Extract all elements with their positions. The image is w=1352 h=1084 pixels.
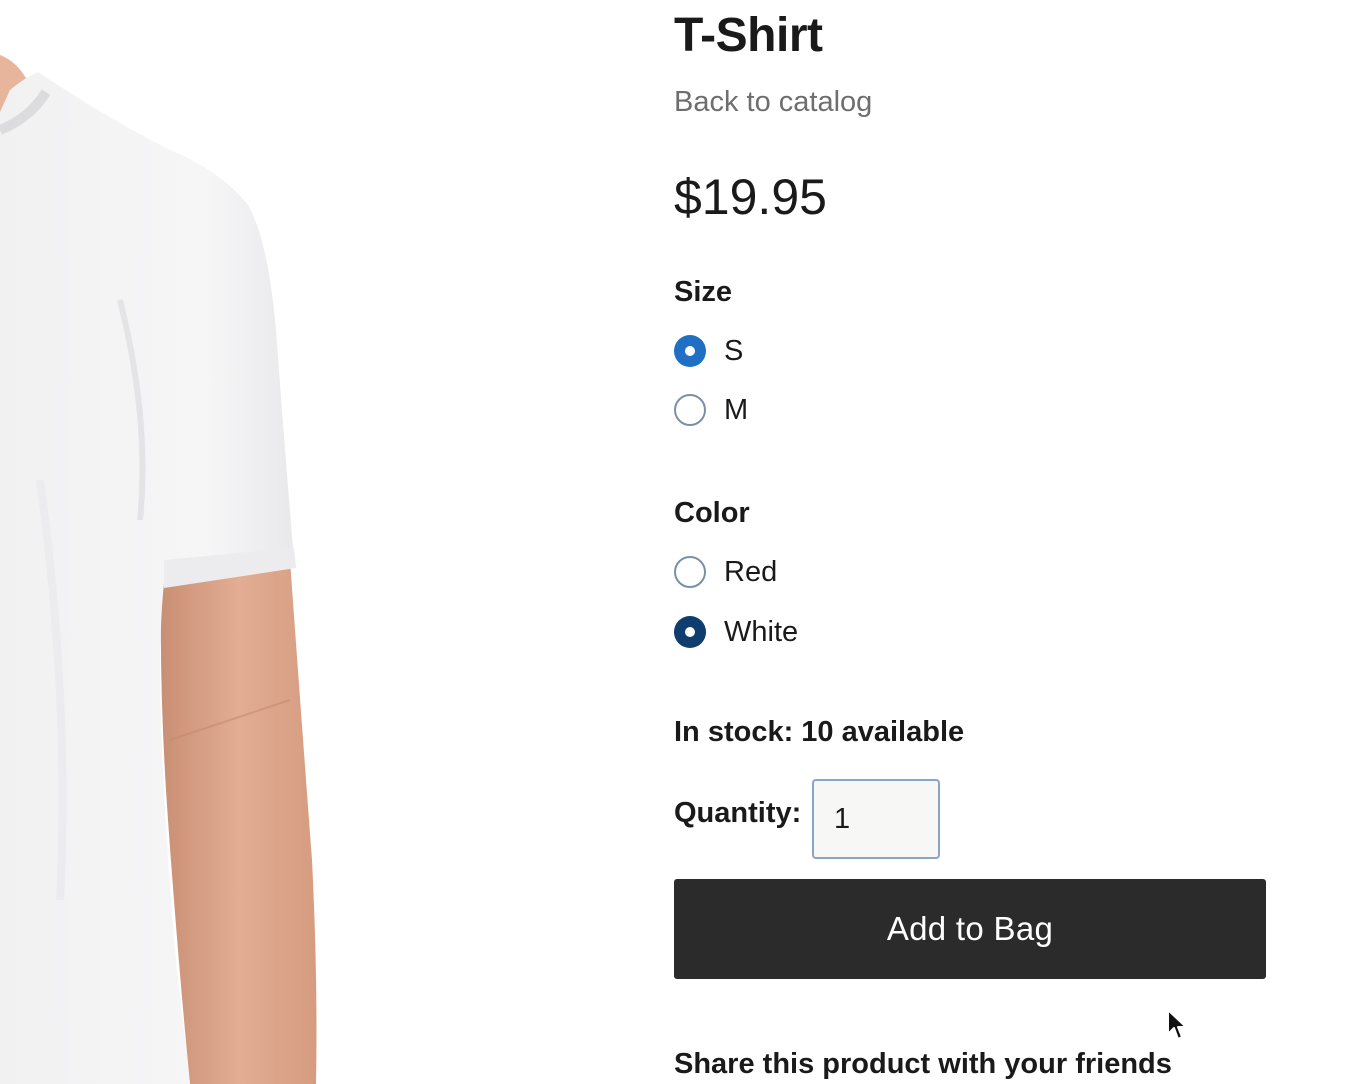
color-option-label: White — [724, 615, 799, 648]
size-label: Size — [674, 276, 733, 308]
mouse-pointer-icon — [1167, 1009, 1187, 1040]
radio-checked-icon[interactable] — [674, 335, 706, 367]
radio-checked-icon[interactable] — [674, 616, 706, 648]
t-shirt-image — [0, 55, 317, 1084]
color-label: Color — [674, 497, 750, 529]
quantity-label: Quantity: — [674, 797, 802, 829]
size-option-s[interactable]: S — [674, 331, 743, 371]
color-option-red[interactable]: Red — [674, 552, 777, 592]
product-page: T-Shirt Back to catalog $19.95 Size S M … — [0, 0, 1352, 1084]
quantity-input[interactable] — [812, 779, 940, 859]
radio-unchecked-icon[interactable] — [674, 394, 706, 426]
product-image — [0, 0, 600, 1084]
add-to-bag-button[interactable]: Add to Bag — [674, 879, 1266, 979]
color-option-white[interactable]: White — [674, 612, 798, 652]
size-option-label: S — [724, 334, 744, 367]
stock-status: In stock: 10 available — [674, 716, 965, 748]
back-to-catalog-link[interactable]: Back to catalog — [674, 86, 872, 119]
product-price: $19.95 — [674, 169, 827, 225]
radio-unchecked-icon[interactable] — [674, 556, 706, 588]
size-option-label: M — [724, 393, 749, 426]
share-heading: Share this product with your friends — [674, 1048, 1172, 1080]
size-option-m[interactable]: M — [674, 390, 748, 430]
color-option-label: Red — [724, 555, 778, 588]
product-title: T-Shirt — [674, 9, 823, 62]
